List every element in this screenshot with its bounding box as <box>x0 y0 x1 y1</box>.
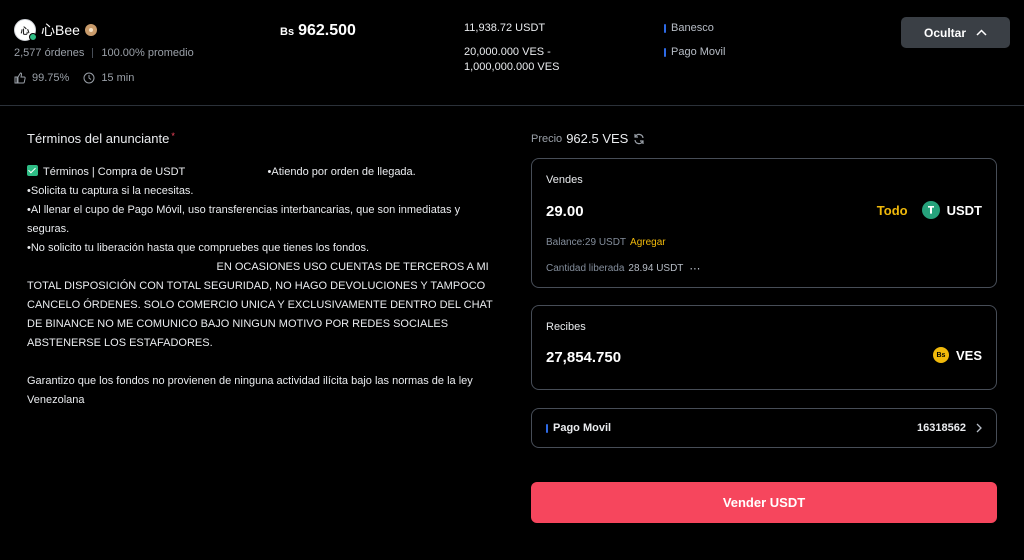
balance-value: Balance:29 USDT <box>546 237 627 248</box>
payment-method-name: Pago Movil <box>553 422 612 434</box>
terms-first-line: Términos | Compra de USDT •Atiendo por o… <box>43 166 416 178</box>
clock-icon <box>83 72 95 84</box>
sell-usdt-button[interactable]: Vender USDT <box>531 482 997 523</box>
price-value: 962.500 <box>298 22 356 39</box>
hide-button[interactable]: Ocultar <box>901 17 1010 48</box>
thumbs-up-icon <box>14 72 26 84</box>
sell-amount-input[interactable]: 29.00 <box>546 203 584 220</box>
verified-badge-icon <box>84 24 97 36</box>
sell-asset-label: USDT <box>946 202 982 218</box>
ad-summary-bar: 心 心Bee 2,577 órdenes 100.00% promedio 99… <box>0 0 1024 106</box>
positive-rate: 99.75% <box>32 72 70 84</box>
released-label: Cantidad liberada <box>546 263 625 274</box>
receive-asset-label: VES <box>955 347 982 363</box>
payment-methods: Banesco Pago Movil <box>664 21 725 69</box>
payment-color-bar <box>546 423 548 433</box>
price-line: Precio 962.5 VES <box>531 131 645 146</box>
payment-method-label: Banesco <box>671 22 714 34</box>
avatar[interactable]: 心 <box>14 19 37 41</box>
receive-asset: Bs VES <box>932 347 982 363</box>
payment-color-bar <box>664 23 666 33</box>
avatar-glyph: 心 <box>20 25 30 36</box>
usdt-coin-icon <box>921 201 940 219</box>
ad-limits: 11,938.72 USDT 20,000.000 VES - 1,000,00… <box>464 21 584 75</box>
payment-method-label: Pago Movil <box>671 46 726 58</box>
advertiser-header: 心 心Bee <box>14 19 97 41</box>
sell-label: Vendes <box>546 174 583 186</box>
terms-title-text: Términos del anunciante <box>27 131 170 146</box>
add-funds-link[interactable]: Agregar <box>630 237 666 248</box>
currency-symbol: Bs <box>280 26 295 38</box>
limit-range: 20,000.000 VES - 1,000,000.000 VES <box>464 46 560 73</box>
ves-coin-icon: Bs <box>932 347 949 363</box>
release-time: 15 min <box>101 72 135 84</box>
check-icon <box>27 165 38 176</box>
available-amount: 11,938.72 USDT <box>464 22 546 34</box>
all-button[interactable]: Todo <box>877 203 908 218</box>
advertiser-metrics: 99.75% 15 min <box>14 72 134 84</box>
terms-text: Términos | Compra de USDT •Atiendo por o… <box>27 163 502 410</box>
released-value: 28.94 USDT <box>628 263 684 274</box>
receive-label: Recibes <box>546 321 586 333</box>
ad-price: Bs 962.500 <box>280 22 356 40</box>
payment-method-tag: Pago Movil <box>664 45 725 59</box>
receive-amount-card: Recibes 27,854.750 Bs VES <box>531 305 997 390</box>
receive-amount-input[interactable]: 27,854.750 <box>546 349 621 366</box>
required-mark: * <box>171 131 175 141</box>
released-amount-line: Cantidad liberada 28.94 USDT ⋯ <box>546 262 701 275</box>
divider <box>92 48 94 58</box>
price-label: Precio <box>531 132 563 145</box>
hide-button-label: Ocultar <box>923 25 966 40</box>
payment-account: 16318562 <box>917 422 982 434</box>
payment-method-tag: Banesco <box>664 21 725 35</box>
balance-line: Balance:29 USDT Agregar <box>546 237 666 248</box>
chevron-up-icon <box>976 29 987 36</box>
sell-amount-card: Vendes 29.00 Todo USDT Balance:29 USDT A… <box>531 158 997 288</box>
terms-title: Términos del anunciante * <box>27 131 175 146</box>
advertiser-stats: 2,577 órdenes 100.00% promedio <box>14 47 194 59</box>
order-count: 2,577 órdenes <box>14 47 85 59</box>
chevron-right-icon <box>976 423 982 433</box>
completion-rate: 100.00% promedio <box>101 47 194 59</box>
price-rate-value: 962.5 VES <box>566 131 629 146</box>
refresh-icon[interactable] <box>633 133 645 145</box>
online-indicator <box>29 33 37 41</box>
payment-method-selector[interactable]: Pago Movil 16318562 <box>531 408 997 448</box>
sell-asset: Todo USDT <box>877 201 982 219</box>
payment-account-number: 16318562 <box>917 422 966 434</box>
payment-color-bar <box>664 47 666 57</box>
more-options-icon[interactable]: ⋯ <box>689 262 701 275</box>
terms-body-text: •Solicita tu captura si la necesitas. •A… <box>27 185 493 406</box>
selected-payment-method: Pago Movil <box>546 422 611 434</box>
advertiser-name[interactable]: 心Bee <box>41 20 80 40</box>
